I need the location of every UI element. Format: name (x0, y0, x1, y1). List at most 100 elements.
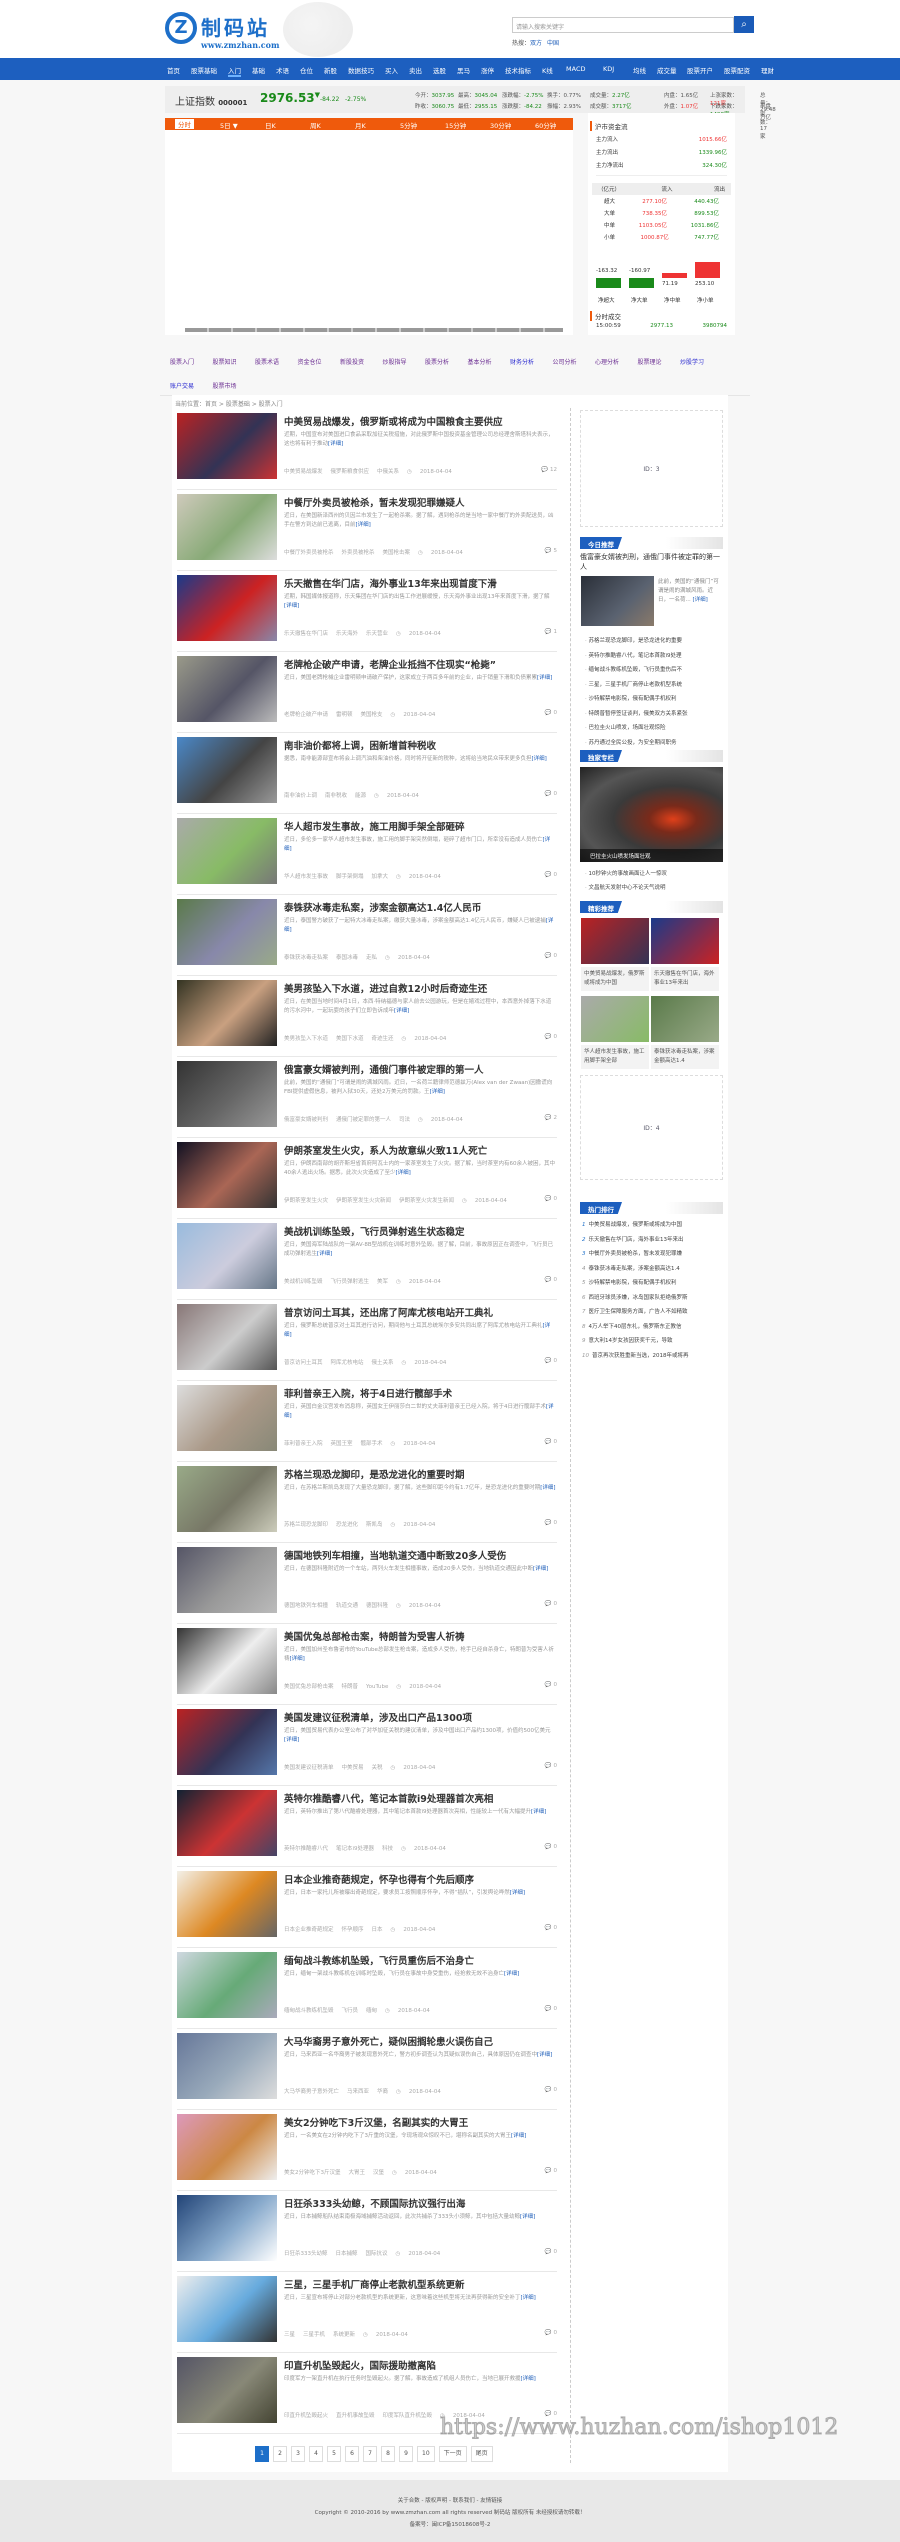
article-tag[interactable]: 司法 (399, 1117, 410, 1123)
recommend-caption[interactable]: 中美贸易战爆发，俄罗斯或将成为中国 (581, 967, 649, 991)
article-thumbnail[interactable] (177, 899, 277, 965)
hot-rank-item[interactable]: 6 西班牙球员涉嫌，冰岛国家队拒绝俄罗斯 (582, 1293, 722, 1301)
nav-item[interactable]: 仓位 (300, 65, 313, 75)
nav-item[interactable]: 技术指标 (505, 65, 531, 75)
article-title[interactable]: 乐天撤售在华门店，海外事业13年来出现首度下滑 (284, 576, 497, 590)
article-title[interactable]: 大马华裔男子意外死亡，疑似困搁轮患火误伤自己 (284, 2034, 493, 2048)
sidebar-list-item[interactable]: 文昌航天发射中心不论天气说明 (585, 883, 723, 891)
article-tag[interactable]: 苏格兰现恐龙脚印 (284, 1522, 328, 1528)
article-title[interactable]: 中美贸易战爆发，俄罗斯或将成为中国粮食主要供应 (284, 414, 503, 428)
detail-link[interactable]: [详细] (693, 597, 708, 603)
recommend-caption[interactable]: 泰铢获冰毒走私案，涉案金额高达1.4 (651, 1045, 719, 1069)
subnav-item[interactable]: 基本分析 (468, 357, 492, 366)
sidebar-list-item[interactable]: 苏格兰现恐龙脚印，是恐龙进化的重要 (585, 636, 723, 644)
article-tag[interactable]: 华裔 (377, 2089, 388, 2095)
page-button[interactable]: 10 (417, 2446, 435, 2462)
subnav-item[interactable]: 心理分析 (595, 357, 619, 366)
ad-slot[interactable]: ID：4 (580, 1075, 723, 1180)
search-input[interactable]: 请输入搜索关键字 (512, 17, 734, 33)
hot-rank-item[interactable]: 10 普京再次获胜重新当选，2018年或将再 (582, 1351, 722, 1359)
article-title[interactable]: 南非油价都将上调，困新增首种税收 (284, 738, 436, 752)
article-title[interactable]: 中餐厅外卖员被枪杀，暂未发现犯罪嫌疑人 (284, 495, 465, 509)
sidebar-list-item[interactable]: 苏丹通过全民公投，为安全期间职务 (585, 738, 723, 746)
hot-rank-item[interactable]: 1 中美贸易战爆发，俄罗斯或将成为中国 (582, 1220, 722, 1228)
nav-item[interactable]: 新股 (324, 65, 337, 75)
article-tag[interactable]: 德国地铁列车相撞 (284, 1603, 328, 1609)
article-tag[interactable]: 美国枪支 (361, 712, 383, 718)
nav-item[interactable]: 均线 (633, 65, 646, 75)
detail-link[interactable]: [详细] (520, 2214, 535, 2220)
article-tag[interactable]: 俄富豪女婿被判刑 (284, 1117, 328, 1123)
article-tag[interactable]: 轨道交通 (336, 1603, 358, 1609)
article-tag[interactable]: 印直升机坠毁起火 (284, 2413, 328, 2419)
detail-link[interactable]: [详细] (328, 441, 343, 447)
subnav-item[interactable]: 股票知识 (213, 357, 237, 366)
article-tag[interactable]: 美国枪击案 (383, 550, 411, 556)
article-tag[interactable]: 伊朗茶室发生火灾 (284, 1198, 328, 1204)
article-tag[interactable]: 飞行员弹射逃生 (331, 1279, 370, 1285)
page-button[interactable]: 3 (291, 2446, 305, 2462)
comment-count[interactable]: 💬 0 (545, 953, 557, 959)
article-tag[interactable]: 华人超市发生事故 (284, 874, 328, 880)
article-tag[interactable]: 伊朗茶室发生火灾新闻 (336, 1198, 391, 1204)
featured-title[interactable]: 俄富豪女婿被判刑，通俄门事件被定罪的第一人 (580, 552, 723, 572)
detail-link[interactable]: [详细] (537, 675, 552, 681)
recommend-image[interactable] (651, 918, 719, 964)
subnav-item[interactable]: 股票入门 (170, 357, 194, 366)
article-tag[interactable]: 英特尔推酷睿八代 (284, 1846, 328, 1852)
article-thumbnail[interactable] (177, 980, 277, 1046)
article-tag[interactable]: 乐天营业 (366, 631, 388, 637)
exclusive-image[interactable]: 巴拉圭火山喷发场面壮观 (580, 767, 723, 862)
hot-search-link[interactable]: 双方 (530, 40, 542, 47)
article-title[interactable]: 缅甸战斗教练机坠毁，飞行员重伤后不治身亡 (284, 1953, 474, 1967)
article-tag[interactable]: 老牌枪企破产申请 (284, 712, 328, 718)
article-thumbnail[interactable] (177, 1709, 277, 1775)
detail-link[interactable]: [详细] (284, 603, 299, 609)
comment-count[interactable]: 💬 0 (545, 1520, 557, 1526)
article-tag[interactable]: 英国王室 (331, 1441, 353, 1447)
detail-link[interactable]: [详细] (511, 2133, 526, 2139)
article-tag[interactable]: 恐龙进化 (336, 1522, 358, 1528)
comment-count[interactable]: 💬 0 (545, 710, 557, 716)
last-page-button[interactable]: 尾页 (470, 2446, 493, 2462)
nav-item[interactable]: 入门 (228, 65, 241, 77)
article-tag[interactable]: 俄罗斯粮食供应 (331, 469, 370, 475)
article-tag[interactable]: 南非税收 (325, 793, 347, 799)
article-tag[interactable]: 伊朗茶室火灾发生新闻 (399, 1198, 454, 1204)
article-tag[interactable]: 中美贸易 (342, 1765, 364, 1771)
article-tag[interactable]: 奇迹生还 (372, 1036, 394, 1042)
detail-link[interactable]: [详细] (284, 1737, 299, 1743)
hot-rank-item[interactable]: 3 中餐厅外卖员被枪杀，暂未发现犯罪嫌 (582, 1249, 722, 1257)
comment-count[interactable]: 💬 0 (545, 1682, 557, 1688)
detail-link[interactable]: [详细] (531, 1809, 546, 1815)
subnav-item[interactable]: 新股投资 (340, 357, 364, 366)
article-tag[interactable]: YouTube (366, 1684, 388, 1690)
article-thumbnail[interactable] (177, 818, 277, 884)
nav-item[interactable]: 黑马 (457, 65, 470, 75)
article-tag[interactable]: 怀孕顺序 (342, 1927, 364, 1933)
chart-tab[interactable]: 周K (310, 120, 321, 130)
detail-link[interactable]: [详细] (537, 2052, 552, 2058)
article-tag[interactable]: 缅甸 (366, 2008, 377, 2014)
nav-item[interactable]: 股票开户 (687, 65, 713, 75)
sidebar-list-item[interactable]: 沙特解禁电影院，俄有配偶手机权利 (585, 694, 723, 702)
subnav-item[interactable]: 股票理论 (638, 357, 662, 366)
article-thumbnail[interactable] (177, 413, 277, 479)
subnav-item[interactable]: 资金仓位 (298, 357, 322, 366)
article-tag[interactable]: 日本企业推奇葩规定 (284, 1927, 334, 1933)
subnav-item[interactable]: 账户交易 (170, 381, 194, 390)
chart-tab[interactable]: 15分钟 (445, 120, 466, 130)
comment-count[interactable]: 💬 0 (545, 872, 557, 878)
article-thumbnail[interactable] (177, 1628, 277, 1694)
article-tag[interactable]: 马来西亚 (347, 2089, 369, 2095)
article-tag[interactable]: 泰铢获冰毒走私案 (284, 955, 328, 961)
search-button[interactable]: ⌕ (734, 16, 754, 33)
article-tag[interactable]: 缅甸战斗教练机坠毁 (284, 2008, 334, 2014)
comment-count[interactable]: 💬 0 (545, 1601, 557, 1607)
article-tag[interactable]: 特朗普 (342, 1684, 359, 1690)
comment-count[interactable]: 💬 0 (545, 1763, 557, 1769)
article-tag[interactable]: 美战机训练坠毁 (284, 1279, 323, 1285)
article-thumbnail[interactable] (177, 1061, 277, 1127)
nav-item[interactable]: 股票基础 (191, 65, 217, 75)
hot-rank-item[interactable]: 7 医疗卫生保障服务方面，广告人不如精致 (582, 1307, 722, 1315)
